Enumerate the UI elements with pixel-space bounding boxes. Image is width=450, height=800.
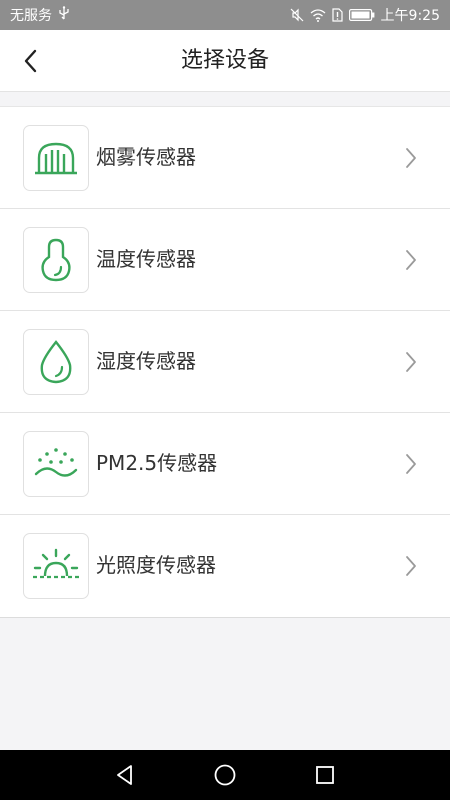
device-item-smoke[interactable]: 烟雾传感器 bbox=[0, 107, 450, 209]
humidity-sensor-icon bbox=[40, 340, 72, 384]
section-gap bbox=[0, 92, 450, 106]
status-bar: 无服务 上午9:25 bbox=[0, 0, 450, 30]
sim-alert-icon bbox=[331, 8, 343, 22]
icon-box bbox=[23, 125, 89, 191]
header-bar: 选择设备 bbox=[0, 30, 450, 92]
light-sensor-icon bbox=[33, 548, 79, 579]
device-label: 湿度传感器 bbox=[96, 349, 196, 373]
back-button[interactable] bbox=[14, 45, 46, 77]
temperature-sensor-icon bbox=[41, 238, 71, 282]
device-item-pm25[interactable]: PM2.5传感器 bbox=[0, 413, 450, 515]
nav-back-icon[interactable] bbox=[112, 762, 138, 788]
chevron-right-icon bbox=[406, 148, 416, 168]
device-label: 光照度传感器 bbox=[96, 553, 216, 577]
pm25-sensor-icon bbox=[34, 448, 78, 477]
device-label: 温度传感器 bbox=[96, 247, 196, 271]
device-label: 烟雾传感器 bbox=[96, 145, 196, 169]
mute-icon bbox=[290, 8, 304, 22]
icon-box bbox=[23, 227, 89, 293]
device-item-humidity[interactable]: 湿度传感器 bbox=[0, 311, 450, 413]
status-right: 上午9:25 bbox=[290, 5, 440, 25]
icon-box bbox=[23, 431, 89, 497]
page-title: 选择设备 bbox=[180, 48, 269, 73]
chevron-right-icon bbox=[406, 556, 416, 576]
device-list: 烟雾传感器 温度传感器 湿度传感器 PM2.5传感器 光照度传感器 bbox=[0, 106, 450, 618]
device-label: PM2.5传感器 bbox=[96, 451, 218, 475]
nav-home-icon[interactable] bbox=[212, 762, 238, 788]
status-left: 无服务 bbox=[10, 5, 70, 25]
system-nav-bar bbox=[0, 750, 450, 800]
chevron-right-icon bbox=[406, 352, 416, 372]
chevron-right-icon bbox=[406, 454, 416, 474]
wifi-icon bbox=[310, 8, 326, 22]
smoke-sensor-icon bbox=[35, 142, 77, 175]
device-item-light[interactable]: 光照度传感器 bbox=[0, 515, 450, 617]
icon-box bbox=[23, 533, 89, 599]
battery-icon bbox=[348, 9, 375, 21]
carrier-text: 无服务 bbox=[10, 8, 52, 24]
clock-text: 上午9:25 bbox=[380, 8, 440, 24]
chevron-right-icon bbox=[406, 250, 416, 270]
icon-box bbox=[23, 329, 89, 395]
nav-recents-icon[interactable] bbox=[312, 762, 338, 788]
usb-icon bbox=[58, 6, 70, 24]
chevron-left-icon bbox=[24, 49, 37, 73]
device-item-temperature[interactable]: 温度传感器 bbox=[0, 209, 450, 311]
